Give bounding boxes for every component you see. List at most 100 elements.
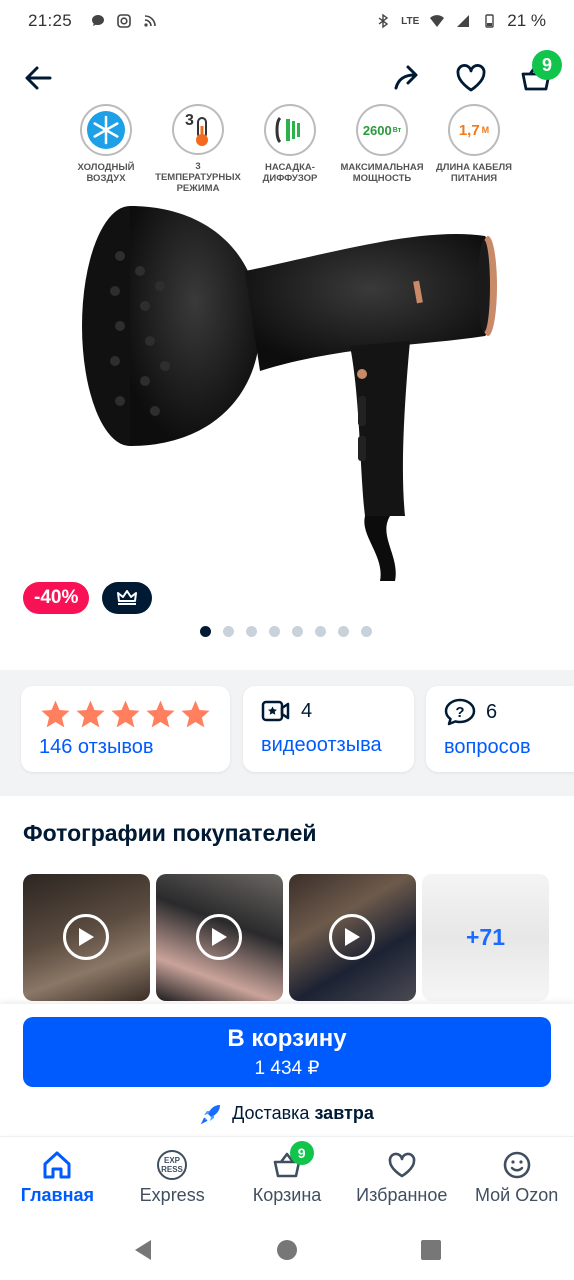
nav-label: Express — [139, 1185, 205, 1205]
wifi-icon — [430, 15, 445, 27]
delivery-when: завтра — [314, 1102, 374, 1123]
system-recents-icon[interactable] — [419, 1238, 443, 1262]
star-icon — [41, 700, 70, 728]
smile-icon — [503, 1151, 530, 1179]
nav-home[interactable]: Главная — [0, 1137, 115, 1220]
discount-badge: -40% — [23, 582, 90, 614]
product-image-hair-dryer[interactable] — [60, 196, 510, 596]
gallery-dot[interactable] — [292, 626, 303, 637]
customer-photo-more[interactable]: +71 — [422, 874, 549, 1001]
nav-label: Избранное — [356, 1185, 448, 1205]
video-reviews-link[interactable]: видеоотзыва — [261, 734, 396, 757]
star-icon — [111, 700, 140, 728]
nav-label: Главная — [20, 1185, 94, 1205]
customer-photo[interactable] — [156, 874, 283, 1001]
customer-photo[interactable] — [23, 874, 150, 1001]
reviews-link[interactable]: 146 отзывов — [39, 736, 212, 759]
nav-cart[interactable]: 9 Корзина — [230, 1137, 345, 1220]
instagram-icon — [117, 14, 131, 28]
gallery-dot[interactable] — [338, 626, 349, 637]
feature-circle — [264, 104, 316, 156]
system-back-icon[interactable] — [131, 1238, 155, 1262]
questions-link[interactable]: вопросов — [444, 736, 568, 759]
feature-circle — [80, 104, 132, 156]
back-arrow-icon[interactable] — [20, 60, 56, 96]
play-button[interactable] — [329, 914, 375, 960]
reviews-card[interactable]: 146 отзывов — [21, 686, 230, 772]
nav-cart-badge: 9 — [289, 1141, 314, 1165]
bluetooth-icon — [378, 13, 389, 29]
system-home-icon[interactable] — [275, 1238, 299, 1262]
customer-photos-strip: +71 — [23, 874, 549, 1001]
snowflake-icon — [87, 111, 125, 149]
system-navigation-bar — [0, 1220, 574, 1280]
play-icon — [345, 928, 360, 946]
cart-count-badge: 9 — [532, 50, 562, 80]
heart-icon — [388, 1152, 416, 1178]
feature-value: 3 — [185, 112, 194, 129]
svg-text:RESS: RESS — [161, 1165, 183, 1174]
video-camera-icon — [261, 700, 290, 722]
rocket-icon — [200, 1105, 221, 1125]
product-feature-icons: ХОЛОДНЫЙ ВОЗДУХ 3 3 ТЕМПЕРАТУРНЫХ РЕЖИМА… — [60, 104, 520, 194]
star-icon — [181, 700, 210, 728]
customer-photo[interactable] — [289, 874, 416, 1001]
add-to-cart-panel: В корзину 1 434 ₽ Доставка завтра — [0, 1004, 574, 1134]
nav-label: Корзина — [252, 1185, 322, 1205]
nav-label: Мой Ozon — [474, 1185, 559, 1205]
nav-favorites[interactable]: Избранное — [344, 1137, 459, 1220]
feature-label: МАКСИМАЛЬНАЯ МОЩНОСТЬ — [340, 162, 424, 184]
status-bar: 21:25 LTE 21 % — [0, 0, 574, 42]
feature-unit: Вт — [392, 126, 402, 134]
feature-label: 3 ТЕМПЕРАТУРНЫХ РЕЖИМА — [155, 161, 241, 194]
feature-circle: 1,7 М — [448, 104, 500, 156]
share-icon[interactable] — [390, 60, 426, 96]
crown-icon — [117, 590, 137, 605]
nav-my-ozon[interactable]: Мой Ozon — [459, 1137, 574, 1220]
image-gallery-dots — [200, 626, 372, 637]
signal-icon — [457, 15, 470, 27]
add-to-cart-button[interactable]: В корзину 1 434 ₽ — [23, 1017, 551, 1087]
video-count: 4 — [301, 699, 313, 722]
video-reviews-card[interactable]: 4 видеоотзыва — [243, 686, 414, 772]
questions-card[interactable]: ? 6 вопросов — [426, 686, 574, 772]
feature-label: ДЛИНА КАБЕЛЯ ПИТАНИЯ — [436, 162, 512, 184]
rating-stars — [39, 698, 212, 730]
customer-photos-title: Фотографии покупателей — [23, 820, 317, 846]
battery-icon — [485, 14, 494, 28]
gallery-dot[interactable] — [315, 626, 326, 637]
favorite-heart-icon[interactable] — [453, 60, 489, 96]
feature-temperature-modes: 3 3 ТЕМПЕРАТУРНЫХ РЕЖИМА — [152, 104, 244, 194]
gallery-dot[interactable] — [269, 626, 280, 637]
gallery-dot[interactable] — [200, 626, 211, 637]
play-button[interactable] — [63, 914, 109, 960]
gallery-dot[interactable] — [246, 626, 257, 637]
svg-text:?: ? — [455, 704, 464, 721]
thermometer-icon — [196, 116, 208, 146]
add-to-cart-label: В корзину — [227, 1025, 347, 1052]
price: 1 434 ₽ — [254, 1058, 320, 1079]
star-icon — [76, 700, 105, 728]
gallery-dot[interactable] — [361, 626, 372, 637]
express-icon: EXPRESS — [157, 1150, 188, 1180]
feature-cold-air: ХОЛОДНЫЙ ВОЗДУХ — [60, 104, 152, 194]
feature-max-power: 2600 Вт МАКСИМАЛЬНАЯ МОЩНОСТЬ — [336, 104, 428, 194]
play-button[interactable] — [196, 914, 242, 960]
play-icon — [212, 928, 227, 946]
status-time: 21:25 — [28, 11, 73, 30]
top-app-bar: 9 — [0, 50, 574, 104]
svg-text:EXP: EXP — [164, 1156, 181, 1165]
diffuser-icon — [275, 116, 300, 144]
feature-diffuser: НАСАДКА-ДИФФУЗОР — [244, 104, 336, 194]
network-label: LTE — [401, 15, 420, 27]
nav-express[interactable]: EXP RESS Express — [115, 1137, 230, 1220]
feature-unit: М — [481, 125, 490, 135]
play-icon — [79, 928, 94, 946]
feature-cable-length: 1,7 М ДЛИНА КАБЕЛЯ ПИТАНИЯ — [428, 104, 520, 194]
gallery-dot[interactable] — [223, 626, 234, 637]
feature-circle: 2600 Вт — [356, 104, 408, 156]
questions-count: 6 — [486, 700, 498, 723]
feature-circle: 3 — [172, 104, 224, 155]
question-bubble-icon: ? — [444, 698, 476, 726]
star-icon — [146, 700, 175, 728]
